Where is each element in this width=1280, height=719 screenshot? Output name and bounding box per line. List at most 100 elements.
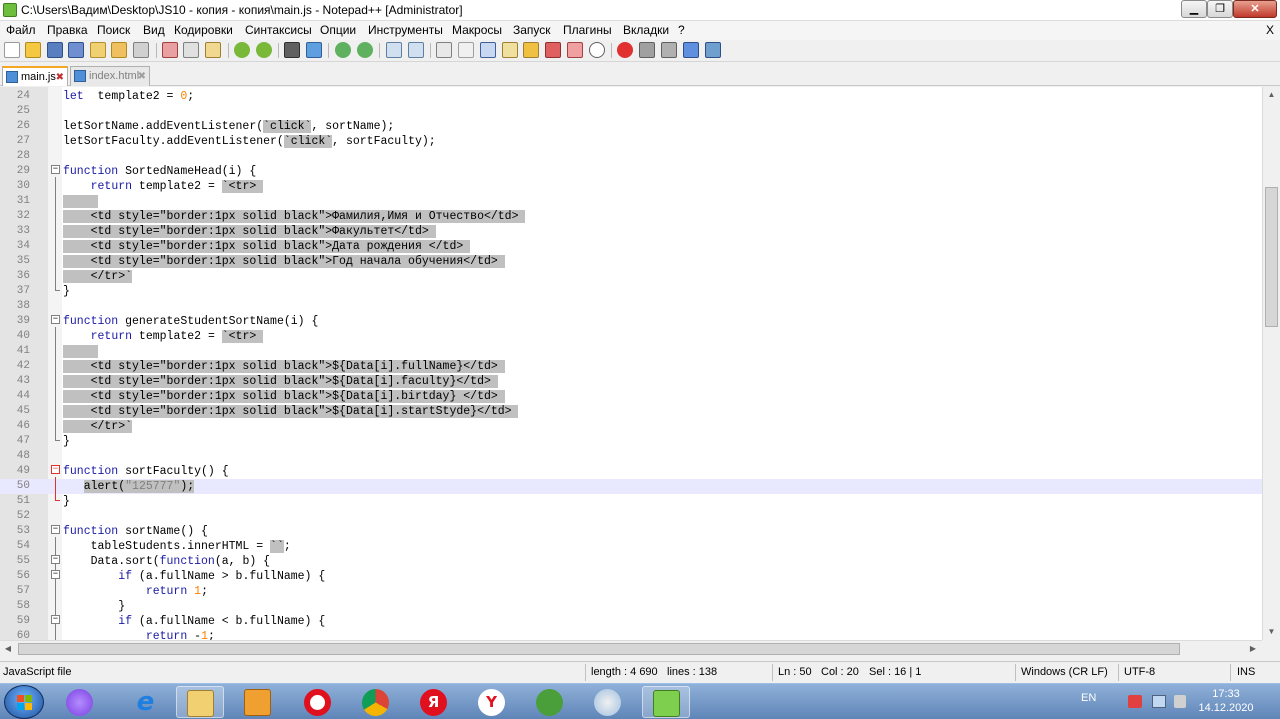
menu-file[interactable]: Файл <box>6 23 36 37</box>
maximize-button[interactable]: ❐ <box>1207 0 1233 18</box>
taskbar-media-player[interactable] <box>234 686 282 718</box>
menu-tools[interactable]: Инструменты <box>368 23 443 37</box>
menu-settings[interactable]: Опции <box>320 23 356 37</box>
minimize-button[interactable]: ▁ <box>1181 0 1207 18</box>
clock[interactable]: 17:33 14.12.2020 <box>1196 687 1256 715</box>
new-file-icon[interactable] <box>4 42 20 58</box>
cut-icon[interactable] <box>162 42 178 58</box>
close-file-icon[interactable] <box>90 42 106 58</box>
close-button[interactable]: ✕ <box>1233 0 1277 18</box>
taskbar-ie[interactable]: e <box>122 686 170 718</box>
code-line[interactable]: 31 <box>0 194 1262 209</box>
code-line[interactable]: 48 <box>0 449 1262 464</box>
taskbar-utorrent[interactable] <box>526 686 574 718</box>
tab-close-icon[interactable]: ✖ <box>56 69 64 87</box>
eye-icon[interactable] <box>589 42 605 58</box>
code-line[interactable]: 43 <td style="border:1px solid black">${… <box>0 374 1262 389</box>
scroll-right-icon[interactable]: ▶ <box>1245 641 1261 657</box>
scroll-left-icon[interactable]: ◀ <box>0 641 16 657</box>
code-line[interactable]: 53 function sortName() { <box>0 524 1262 539</box>
code-line[interactable]: 28 <box>0 149 1262 164</box>
vertical-scroll-thumb[interactable] <box>1265 187 1278 327</box>
paste-icon[interactable] <box>205 42 221 58</box>
code-editor[interactable]: 24 let template2 = 0; 25 26 letSortName.addE… <box>0 87 1262 640</box>
menu-help[interactable]: ? <box>678 23 685 37</box>
tab-index-html[interactable]: index.html ✖ <box>70 66 150 86</box>
code-line[interactable]: 39 function generateStudentSortName(i) { <box>0 314 1262 329</box>
taskbar-notepadpp[interactable] <box>642 686 690 718</box>
code-line[interactable]: 47} <box>0 434 1262 449</box>
code-line[interactable]: 42 <td style="border:1px solid black">${… <box>0 359 1262 374</box>
menu-edit[interactable]: Правка <box>47 23 88 37</box>
volume-icon[interactable] <box>1174 695 1186 708</box>
code-line[interactable]: 30 return template2 = `<tr> <box>0 179 1262 194</box>
code-line[interactable]: 34 <td style="border:1px solid black">Да… <box>0 239 1262 254</box>
network-icon[interactable] <box>1152 695 1166 708</box>
taskbar-alice[interactable] <box>56 686 104 718</box>
show-all-chars-icon[interactable] <box>458 42 474 58</box>
code-line[interactable]: 50 alert("125777"); <box>0 479 1262 494</box>
code-line[interactable]: 33 <td style="border:1px solid black">Фа… <box>0 224 1262 239</box>
taskbar-yandex-browser[interactable]: Я <box>410 686 458 718</box>
code-line[interactable]: 55 Data.sort(function(a, b) { <box>0 554 1262 569</box>
play-multiple-macro-icon[interactable] <box>683 42 699 58</box>
save-macro-icon[interactable] <box>705 42 721 58</box>
sync-horizontal-icon[interactable] <box>408 42 424 58</box>
code-line[interactable]: 52 <box>0 509 1262 524</box>
save-icon[interactable] <box>47 42 63 58</box>
code-line[interactable]: 38 <box>0 299 1262 314</box>
open-file-icon[interactable] <box>25 42 41 58</box>
function-list-icon[interactable] <box>523 42 539 58</box>
code-line[interactable]: 41 <box>0 344 1262 359</box>
menu-search[interactable]: Поиск <box>97 23 130 37</box>
code-line[interactable]: 37} <box>0 284 1262 299</box>
fold-toggle-icon[interactable]: − <box>51 165 60 174</box>
record-macro-icon[interactable] <box>617 42 633 58</box>
menu-plugins[interactable]: Плагины <box>563 23 612 37</box>
zoom-in-icon[interactable] <box>335 42 351 58</box>
menu-macro[interactable]: Макросы <box>452 23 502 37</box>
code-line[interactable]: 59 if (a.fullName < b.fullName) { <box>0 614 1262 629</box>
menu-tabs[interactable]: Вкладки <box>623 23 669 37</box>
code-line[interactable]: 49 function sortFaculty() { <box>0 464 1262 479</box>
print-icon[interactable] <box>133 42 149 58</box>
flag-icon[interactable] <box>1128 695 1142 708</box>
taskbar-paint[interactable] <box>584 686 632 718</box>
replace-icon[interactable] <box>306 42 322 58</box>
code-line[interactable]: 44 <td style="border:1px solid black">${… <box>0 389 1262 404</box>
taskbar-opera[interactable] <box>294 686 342 718</box>
language-indicator[interactable]: EN <box>1081 692 1096 704</box>
code-line[interactable]: 58 } <box>0 599 1262 614</box>
code-line[interactable]: 57 return 1; <box>0 584 1262 599</box>
code-line[interactable]: 32 <td style="border:1px solid black">Фа… <box>0 209 1262 224</box>
fold-toggle-icon[interactable]: − <box>51 615 60 624</box>
redo-icon[interactable] <box>256 42 272 58</box>
fold-toggle-icon[interactable]: − <box>51 555 60 564</box>
scroll-down-icon[interactable]: ▼ <box>1263 624 1280 640</box>
vertical-scrollbar[interactable]: ▲ ▼ <box>1262 87 1280 640</box>
menu-encoding[interactable]: Кодировки <box>174 23 233 37</box>
play-macro-icon[interactable] <box>661 42 677 58</box>
code-line[interactable]: 46 </tr>` <box>0 419 1262 434</box>
code-line[interactable]: 26 letSortName.addEventListener(`click`, … <box>0 119 1262 134</box>
sync-vertical-icon[interactable] <box>386 42 402 58</box>
menu-language[interactable]: Синтаксисы <box>245 23 312 37</box>
taskbar-yandex[interactable]: Y <box>468 686 516 718</box>
code-line[interactable]: 45 <td style="border:1px solid black">${… <box>0 404 1262 419</box>
word-wrap-icon[interactable] <box>436 42 452 58</box>
tab-main-js[interactable]: main.js ✖ <box>2 66 68 86</box>
start-button[interactable] <box>4 685 44 719</box>
doc-map-icon[interactable] <box>502 42 518 58</box>
stop-macro-icon[interactable] <box>639 42 655 58</box>
code-line[interactable]: 54 tableStudents.innerHTML = ``; <box>0 539 1262 554</box>
find-icon[interactable] <box>284 42 300 58</box>
copy-icon[interactable] <box>183 42 199 58</box>
folder-as-workspace-icon[interactable] <box>545 42 561 58</box>
code-line[interactable]: 60 return -1; <box>0 629 1262 640</box>
menu-run[interactable]: Запуск <box>513 23 551 37</box>
undo-icon[interactable] <box>234 42 250 58</box>
code-line[interactable]: 25 <box>0 104 1262 119</box>
code-line[interactable]: 36 </tr>` <box>0 269 1262 284</box>
code-line[interactable]: 35 <td style="border:1px solid black">Го… <box>0 254 1262 269</box>
horizontal-scroll-thumb[interactable] <box>18 643 1180 655</box>
